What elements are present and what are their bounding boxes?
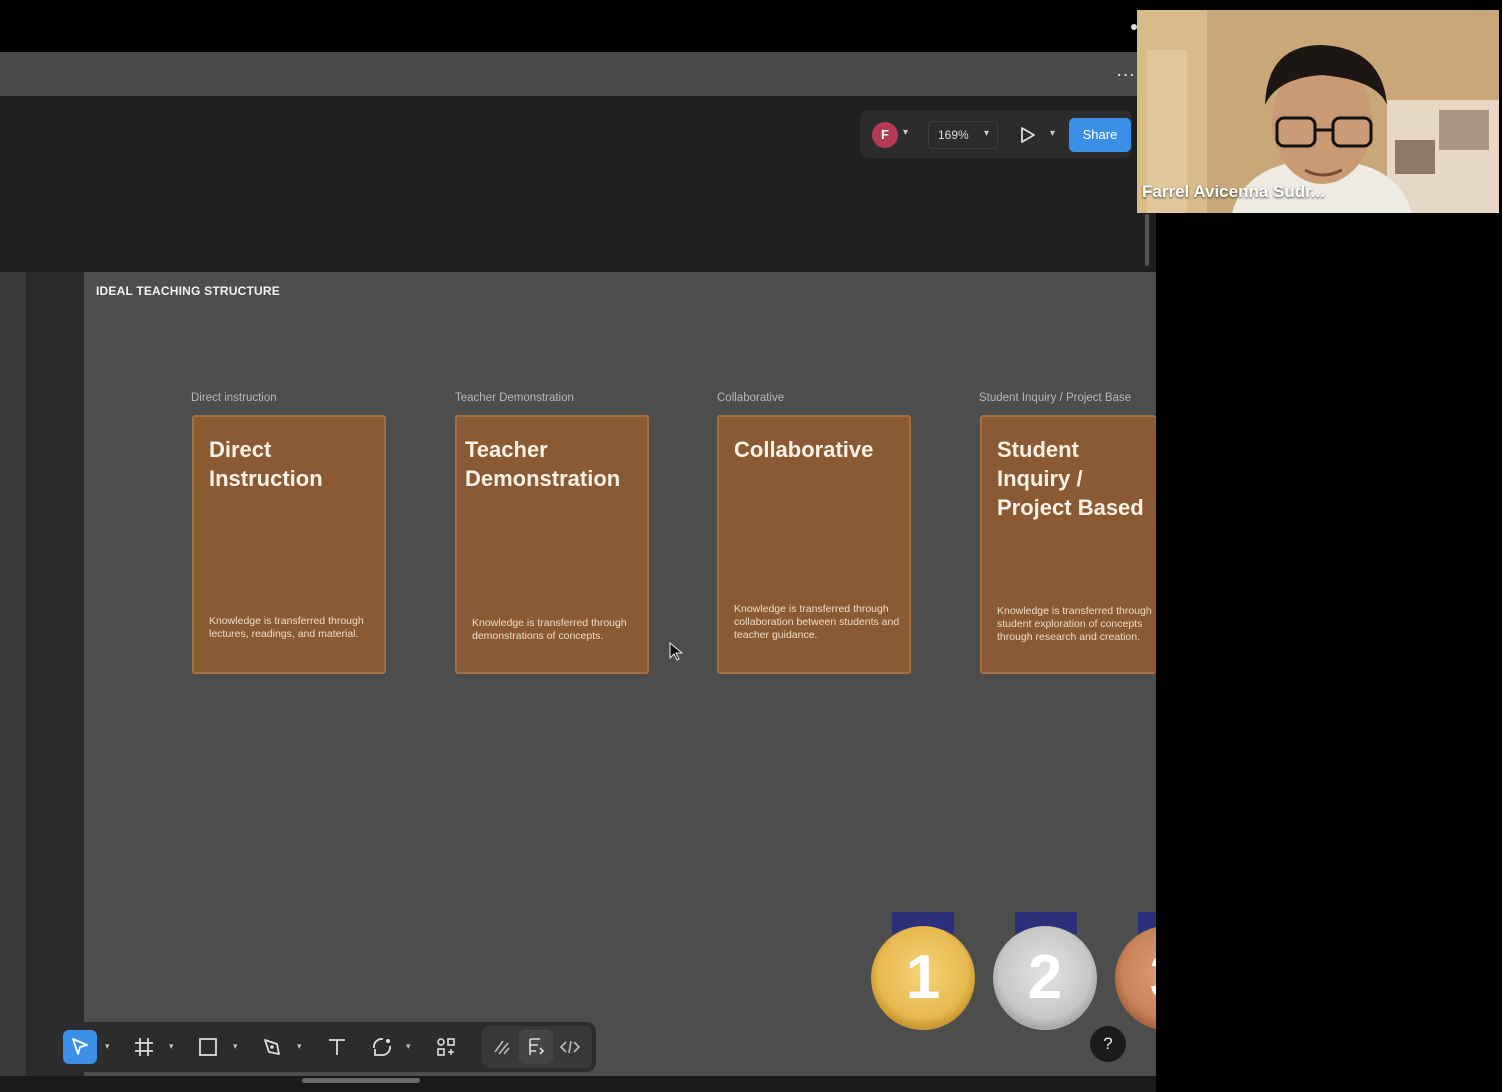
card-description: Knowledge is transferred through collabo… [734, 603, 900, 641]
scrollbar[interactable] [1145, 214, 1149, 266]
pen-icon [264, 1039, 280, 1055]
dev-mode-icon [529, 1038, 545, 1055]
components-icon [437, 1038, 455, 1056]
scroll-indicator[interactable] [302, 1078, 420, 1083]
chevron-down-icon[interactable]: ▾ [984, 128, 989, 139]
top-black-bar [0, 0, 1156, 52]
pen-tool[interactable] [255, 1030, 289, 1064]
frame-icon [135, 1038, 153, 1056]
card-student-inquiry[interactable]: Student Inquiry / Project Based Knowledg… [980, 415, 1156, 674]
move-tool[interactable] [63, 1030, 97, 1064]
gold-medal[interactable]: 1 [871, 926, 975, 1030]
card-description: Knowledge is transferred through student… [997, 605, 1152, 643]
chevron-down-icon[interactable]: ▾ [903, 127, 908, 138]
card-collaborative[interactable]: Collaborative Knowledge is transferred t… [717, 415, 911, 674]
column-label: Teacher Demonstration [455, 392, 574, 404]
dev-mode-tool[interactable] [519, 1030, 553, 1064]
share-button[interactable]: Share [1069, 118, 1131, 152]
draw-tool[interactable] [485, 1030, 519, 1064]
chevron-down-icon[interactable]: ▾ [169, 1041, 174, 1052]
card-title: Student Inquiry / Project Based [997, 437, 1144, 520]
chevron-down-icon[interactable]: ▾ [233, 1041, 238, 1052]
column-label: Student Inquiry / Project Base [979, 392, 1132, 404]
more-options-button[interactable]: … [1112, 60, 1140, 84]
card-title: Teacher Demonstration [465, 437, 621, 491]
text-icon [329, 1039, 345, 1055]
play-icon[interactable] [1016, 124, 1038, 146]
move-icon [72, 1038, 88, 1055]
card-description: Knowledge is transferred through demonst… [472, 617, 627, 642]
draw-icon [494, 1040, 510, 1055]
components-tool[interactable] [429, 1030, 463, 1064]
bottom-strip [0, 1076, 1156, 1092]
help-button[interactable]: ? [1090, 1026, 1126, 1062]
column-label: Direct instruction [191, 392, 277, 404]
card-description: Knowledge is transferred through lecture… [209, 615, 364, 640]
rectangle-tool[interactable] [191, 1030, 225, 1064]
text-tool[interactable] [320, 1030, 354, 1064]
rectangle-icon [199, 1038, 217, 1056]
card-title: Direct Instruction [209, 437, 323, 491]
shape-icon [373, 1038, 391, 1056]
avatar[interactable]: F [872, 122, 898, 148]
chevron-down-icon[interactable]: ▾ [297, 1041, 302, 1052]
left-panel-edge [0, 272, 26, 1076]
frame-title[interactable]: IDEAL TEACHING STRUCTURE [96, 284, 280, 298]
code-tool[interactable] [553, 1030, 587, 1064]
bronze-medal-clip: 3 [1115, 926, 1156, 1030]
card-teacher-demonstration[interactable]: Teacher Demonstration Knowledge is trans… [455, 415, 649, 674]
shape-tool[interactable] [365, 1030, 399, 1064]
zoom-level: 169% [938, 128, 969, 142]
chevron-down-icon[interactable]: ▾ [105, 1041, 110, 1052]
chevron-down-icon[interactable]: ▾ [1050, 128, 1055, 139]
card-title: Collaborative [734, 437, 874, 462]
silver-medal[interactable]: 2 [993, 926, 1097, 1030]
tab-bar [0, 52, 1156, 96]
column-label: Collaborative [717, 392, 785, 404]
chevron-down-icon[interactable]: ▾ [406, 1041, 411, 1052]
frame-tool[interactable] [127, 1030, 161, 1064]
code-icon [559, 1040, 581, 1054]
mouse-cursor-icon [669, 641, 685, 662]
bronze-medal[interactable]: 3 [1115, 926, 1156, 1030]
participant-name: Farrel Avicenna Sudr... [1142, 182, 1325, 201]
card-direct-instruction[interactable]: Direct Instruction Knowledge is transfer… [192, 415, 386, 674]
